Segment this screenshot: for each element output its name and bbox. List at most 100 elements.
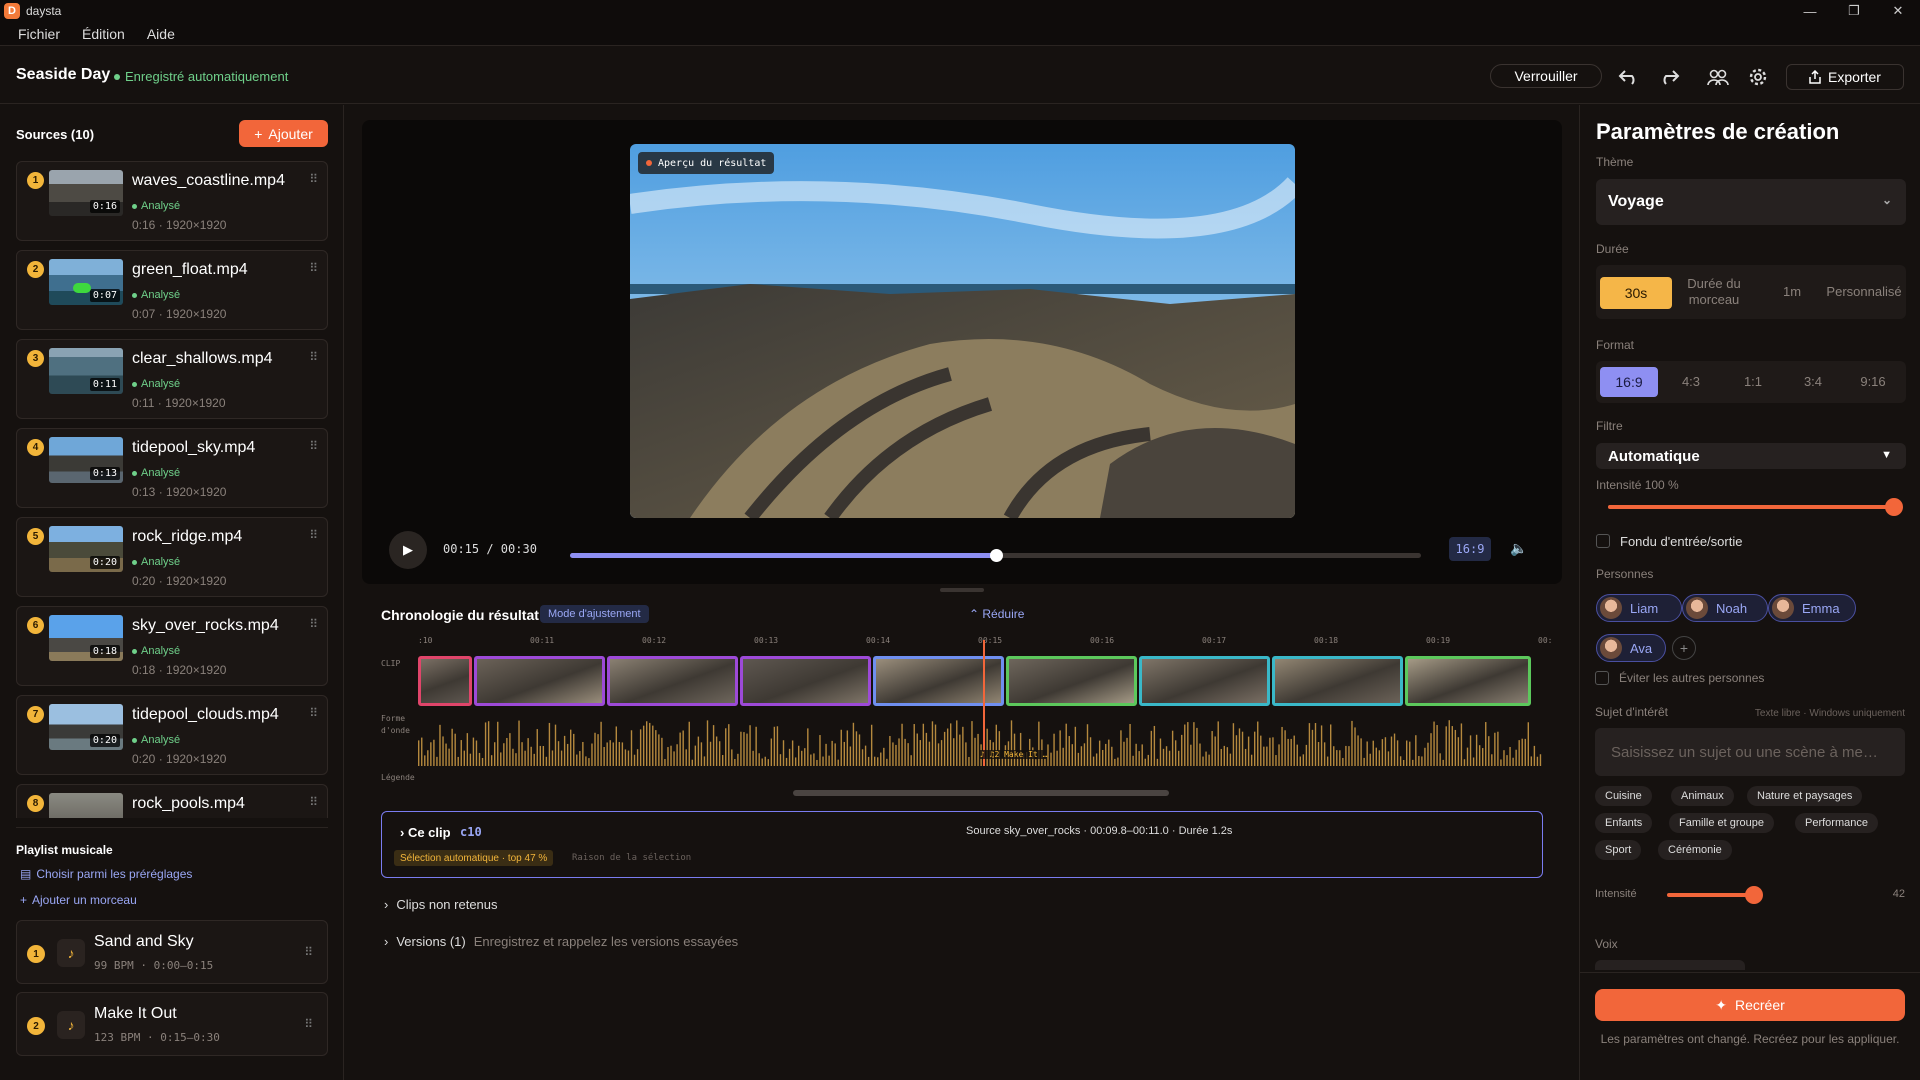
waveform-bar: [807, 728, 809, 766]
format-option[interactable]: 1:1: [1724, 367, 1782, 397]
undo-icon[interactable]: [1616, 64, 1642, 90]
close-icon[interactable]: ✕: [1876, 0, 1920, 22]
presets-link[interactable]: ▤ Choisir parmi les préréglages: [20, 867, 192, 881]
waveform-bar: [1214, 736, 1216, 766]
waveform-bar: [825, 743, 827, 766]
duration-option[interactable]: Personnalisé: [1824, 271, 1904, 313]
versions-section[interactable]: › Versions (1) Enregistrez et rappelez les…: [384, 934, 738, 949]
people-icon[interactable]: [1705, 64, 1731, 90]
waveform-bar: [867, 756, 870, 766]
waveform-bar: [718, 741, 721, 766]
source-card[interactable]: 1 0:16 waves_coastline.mp4 Analysé 0:16 …: [16, 161, 328, 241]
person-chip[interactable]: Emma: [1768, 594, 1856, 622]
waveform-bar: [421, 737, 423, 766]
timeline-clip[interactable]: [418, 656, 472, 706]
waveform-bar: [655, 730, 657, 766]
person-chip[interactable]: Noah: [1682, 594, 1768, 622]
waveform-bar: [706, 720, 709, 766]
minimize-icon[interactable]: —: [1788, 0, 1832, 22]
progress-knob[interactable]: [989, 549, 1003, 562]
source-card[interactable]: 3 0:11 clear_shallows.mp4 Analysé 0:11 ·…: [16, 339, 328, 419]
duration-option[interactable]: Durée du morceau: [1678, 271, 1750, 313]
source-card[interactable]: 4 0:13 tidepool_sky.mp4 Analysé 0:13 · 1…: [16, 428, 328, 508]
waveform-bar: [424, 755, 426, 766]
source-card[interactable]: 2 0:07 green_float.mp4 Analysé 0:07 · 19…: [16, 250, 328, 330]
source-card[interactable]: 7 0:20 tidepool_clouds.mp4 Analysé 0:20 …: [16, 695, 328, 775]
format-option[interactable]: 9:16: [1844, 367, 1902, 397]
theme-select[interactable]: Voyage ⌄: [1596, 179, 1906, 225]
drag-handle-icon[interactable]: ⠿: [304, 945, 313, 959]
adjust-mode-badge[interactable]: Mode d'ajustement: [540, 605, 649, 623]
rejected-clips-label: Clips non retenus: [396, 897, 498, 912]
aspect-ratio-badge[interactable]: 16:9: [1449, 537, 1491, 561]
fade-checkbox[interactable]: [1596, 534, 1610, 548]
gear-icon[interactable]: [1745, 64, 1771, 90]
waveform-bar: [1418, 756, 1420, 766]
add-source-button[interactable]: + Ajouter: [239, 120, 328, 147]
drag-handle-icon[interactable]: ⠿: [309, 617, 318, 631]
timeline-clip[interactable]: [1139, 656, 1270, 706]
add-track-link[interactable]: + Ajouter un morceau: [20, 893, 137, 907]
timeline-scrollbar[interactable]: [793, 790, 1169, 796]
waveform-bar: [956, 720, 958, 766]
source-card[interactable]: 6 0:18 sky_over_rocks.mp4 Analysé 0:18 ·…: [16, 606, 328, 686]
ruler-tick: :10: [418, 636, 433, 645]
restore-icon[interactable]: ❐: [1832, 0, 1876, 22]
format-option[interactable]: 4:3: [1662, 367, 1720, 397]
timeline-clip[interactable]: [1272, 656, 1403, 706]
clip-details-panel[interactable]: › Ce clip c10 Source sky_over_rocks · 00…: [381, 811, 1543, 878]
timeline-clip[interactable]: [607, 656, 738, 706]
source-duration: 0:20: [89, 734, 120, 747]
waveform-bar: [1178, 750, 1180, 766]
source-card[interactable]: 8 rock_pools.mp4 ⠿: [16, 784, 328, 818]
drag-handle-icon[interactable]: ⠿: [309, 350, 318, 364]
filter-intensity-knob[interactable]: [1885, 498, 1903, 516]
export-button[interactable]: Exporter: [1786, 64, 1904, 90]
timeline-clip[interactable]: [474, 656, 605, 706]
playlist-track[interactable]: 1 ♪ Sand and Sky 99 BPM · 0:00–0:15 ⠿: [16, 920, 328, 984]
drag-handle-icon[interactable]: ⠿: [309, 261, 318, 275]
drag-handle-icon[interactable]: ⠿: [309, 706, 318, 720]
waveform-bar: [794, 757, 797, 766]
play-button[interactable]: ▶: [389, 531, 427, 569]
playlist-track[interactable]: 2 ♪ Make It Out 123 BPM · 0:15–0:30 ⠿: [16, 992, 328, 1056]
format-option[interactable]: 3:4: [1784, 367, 1842, 397]
duration-option[interactable]: 30s: [1600, 277, 1672, 309]
source-card[interactable]: 5 0:20 rock_ridge.mp4 Analysé 0:20 · 192…: [16, 517, 328, 597]
redo-icon[interactable]: [1656, 64, 1682, 90]
waveform-bar: [703, 756, 706, 766]
selection-reason[interactable]: Raison de la sélection: [572, 853, 691, 863]
volume-icon[interactable]: 🔈: [1510, 540, 1527, 557]
filter-intensity-slider[interactable]: [1608, 498, 1903, 516]
timeline-clip[interactable]: [740, 656, 871, 706]
waveform-bar: [515, 753, 517, 766]
drag-handle-icon[interactable]: ⠿: [309, 528, 318, 542]
collapse-timeline-button[interactable]: ⌃ Réduire: [969, 607, 1024, 621]
timeline-clip[interactable]: [1006, 656, 1137, 706]
filter-select[interactable]: Automatique ▼: [1596, 443, 1906, 469]
waveform-bar: [776, 726, 779, 766]
lock-button[interactable]: Verrouiller: [1490, 64, 1602, 88]
drag-handle-icon[interactable]: ⠿: [309, 172, 318, 186]
menu-help[interactable]: Aide: [147, 26, 175, 42]
menu-file[interactable]: Fichier: [18, 26, 60, 42]
resize-handle[interactable]: [940, 588, 984, 592]
timeline-clip[interactable]: [1405, 656, 1531, 706]
playhead[interactable]: [983, 640, 985, 766]
drag-handle-icon[interactable]: ⠿: [304, 1017, 313, 1031]
preview-video[interactable]: [630, 144, 1295, 518]
duration-option[interactable]: 1m: [1756, 271, 1828, 313]
duration-label: Durée: [1596, 242, 1629, 256]
timeline-ruler[interactable]: :10 00:11 00:12 00:13 00:14 00:15 00:16 00:17 00…: [418, 636, 1552, 648]
export-label: Exporter: [1828, 69, 1881, 85]
format-option[interactable]: 16:9: [1600, 367, 1658, 397]
person-chip[interactable]: Ava: [1596, 634, 1666, 662]
rejected-clips-section[interactable]: › Clips non retenus: [384, 897, 498, 912]
drag-handle-icon[interactable]: ⠿: [309, 795, 318, 809]
person-chip[interactable]: Liam: [1596, 594, 1682, 622]
playback-progress[interactable]: [570, 549, 1421, 562]
waveform-bar: [1272, 737, 1274, 766]
drag-handle-icon[interactable]: ⠿: [309, 439, 318, 453]
menu-edit[interactable]: Édition: [82, 26, 125, 42]
add-person-button[interactable]: +: [1672, 636, 1696, 660]
